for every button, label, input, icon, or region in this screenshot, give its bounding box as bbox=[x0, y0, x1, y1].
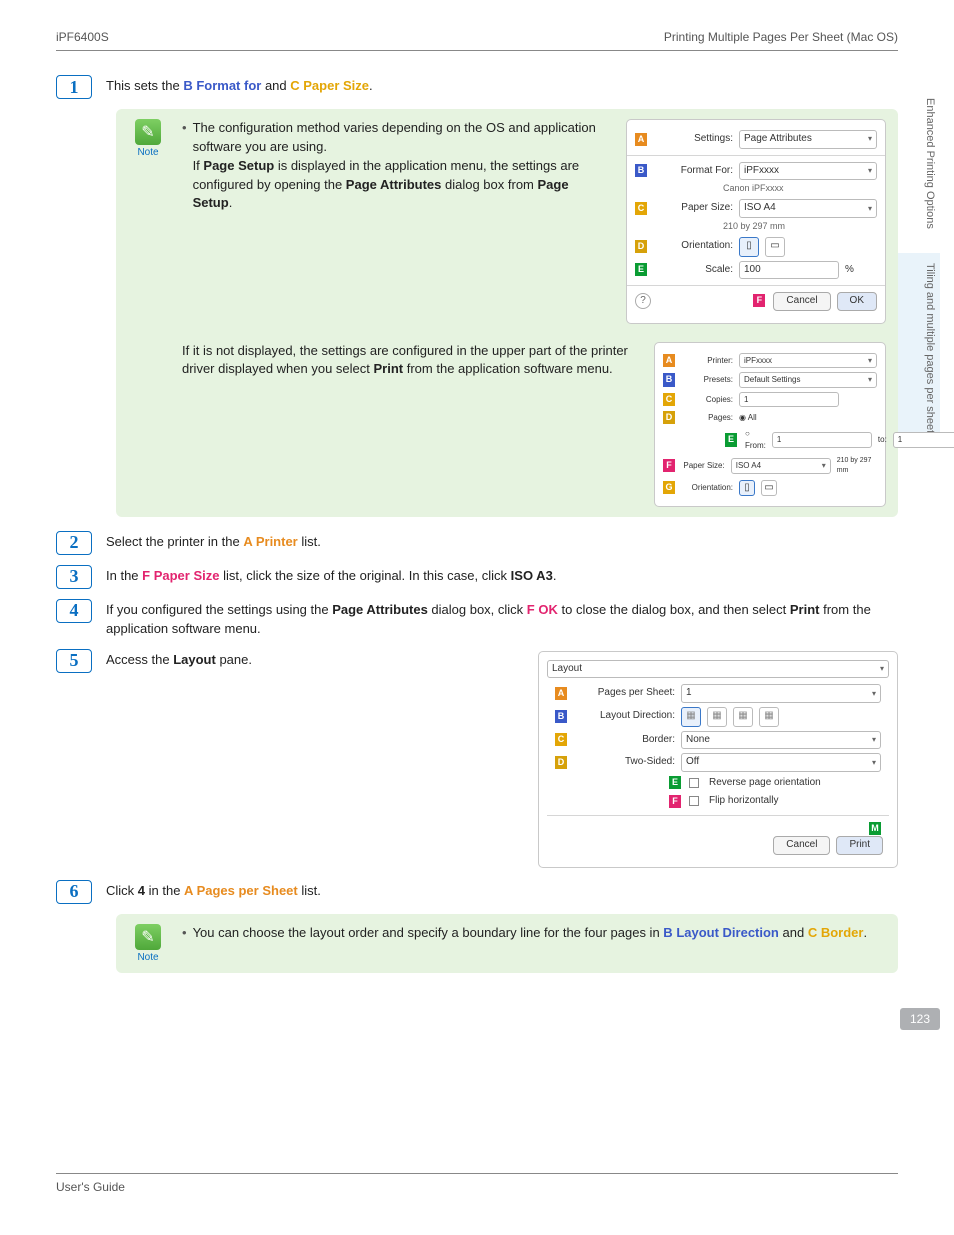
layout-cancel-button[interactable]: Cancel bbox=[773, 836, 830, 855]
scale-input[interactable]: 100 bbox=[739, 261, 839, 280]
step-1-text: This sets the B Format for and C Paper S… bbox=[106, 75, 898, 96]
paper-size-select[interactable]: ISO A4▾ bbox=[739, 199, 877, 218]
layout-print-button[interactable]: Print bbox=[836, 836, 883, 855]
paper-size-select-2[interactable]: ISO A4▾ bbox=[731, 458, 831, 474]
pencil-note-icon bbox=[135, 924, 161, 950]
step-5-text: Access the Layout pane. Layout▾ APages p… bbox=[106, 649, 898, 868]
border-select[interactable]: None▾ bbox=[681, 731, 881, 750]
step-number-3: 3 bbox=[56, 565, 92, 589]
layout-dir-1[interactable]: ▦ bbox=[681, 707, 701, 727]
page-number: 123 bbox=[900, 1008, 940, 1030]
layout-pane-dialog: Layout▾ APages per Sheet:1▾ BLayout Dire… bbox=[538, 651, 898, 868]
step-6-text: Click 4 in the A Pages per Sheet list. bbox=[106, 880, 898, 901]
header-left: iPF6400S bbox=[56, 30, 109, 44]
note-block-1: Note • The configuration method varies d… bbox=[116, 109, 898, 517]
ok-button[interactable]: OK bbox=[837, 292, 877, 311]
two-sided-select[interactable]: Off▾ bbox=[681, 753, 881, 772]
copies-input[interactable]: 1 bbox=[739, 392, 839, 408]
reverse-orientation-checkbox[interactable] bbox=[689, 778, 699, 788]
pencil-note-icon bbox=[135, 119, 161, 145]
step-number-5: 5 bbox=[56, 649, 92, 673]
orientation-landscape-2[interactable]: ▭ bbox=[761, 480, 777, 496]
note-block-2: Note • You can choose the layout order a… bbox=[116, 914, 898, 973]
layout-dir-4[interactable]: ▦ bbox=[759, 707, 779, 727]
layout-dir-2[interactable]: ▦ bbox=[707, 707, 727, 727]
settings-select[interactable]: Page Attributes▾ bbox=[739, 130, 877, 149]
step-number-1: 1 bbox=[56, 75, 92, 99]
flip-horizontal-checkbox[interactable] bbox=[689, 796, 699, 806]
step-2-text: Select the printer in the A Printer list… bbox=[106, 531, 898, 552]
header-rule bbox=[56, 50, 898, 51]
footer-left: User's Guide bbox=[56, 1180, 125, 1194]
printer-select[interactable]: iPFxxxx▾ bbox=[739, 353, 877, 369]
presets-select[interactable]: Default Settings▾ bbox=[739, 372, 877, 388]
orientation-portrait[interactable]: ▯ bbox=[739, 237, 759, 257]
layout-dir-3[interactable]: ▦ bbox=[733, 707, 753, 727]
note-icon-2: Note bbox=[128, 924, 168, 963]
cancel-button[interactable]: Cancel bbox=[773, 292, 830, 311]
orientation-portrait-2[interactable]: ▯ bbox=[739, 480, 755, 496]
print-upper-dialog: APrinter:iPFxxxx▾ BPresets:Default Setti… bbox=[654, 342, 886, 507]
page-attributes-dialog: ASettings:Page Attributes▾ BFormat For:i… bbox=[626, 119, 886, 324]
step-3-text: In the F Paper Size list, click the size… bbox=[106, 565, 898, 586]
header-right: Printing Multiple Pages Per Sheet (Mac O… bbox=[664, 30, 898, 44]
pane-select[interactable]: Layout▾ bbox=[547, 660, 889, 679]
step-4-text: If you configured the settings using the… bbox=[106, 599, 898, 639]
format-for-select[interactable]: iPFxxxx▾ bbox=[739, 162, 877, 181]
note-icon: Note bbox=[128, 119, 168, 507]
step-number-2: 2 bbox=[56, 531, 92, 555]
step-number-6: 6 bbox=[56, 880, 92, 904]
orientation-landscape[interactable]: ▭ bbox=[765, 237, 785, 257]
help-icon[interactable]: ? bbox=[635, 293, 651, 309]
step-number-4: 4 bbox=[56, 599, 92, 623]
pages-per-sheet-select[interactable]: 1▾ bbox=[681, 684, 881, 703]
